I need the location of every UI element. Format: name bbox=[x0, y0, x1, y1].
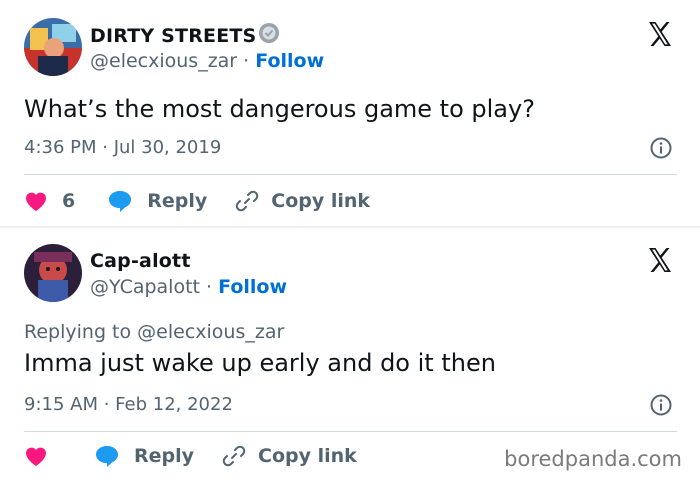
reply-label: Reply bbox=[134, 445, 195, 467]
divider bbox=[24, 174, 677, 175]
like-button[interactable] bbox=[24, 445, 94, 467]
separator: · bbox=[199, 276, 219, 298]
reply-button[interactable]: Reply bbox=[107, 189, 235, 213]
handle-line: @YCapalott · Follow bbox=[90, 276, 287, 298]
action-bar: 6 Reply Copy link bbox=[24, 186, 370, 216]
handle[interactable]: @YCapalott bbox=[90, 276, 200, 298]
reply-bubble-icon bbox=[94, 444, 120, 468]
x-logo-icon[interactable] bbox=[646, 246, 674, 274]
avatar[interactable] bbox=[24, 244, 82, 302]
x-logo-icon[interactable] bbox=[646, 20, 674, 48]
reply-button[interactable]: Reply bbox=[94, 444, 222, 468]
follow-button[interactable]: Follow bbox=[255, 50, 324, 72]
timestamp[interactable]: 4:36 PM · Jul 30, 2019 bbox=[24, 137, 221, 158]
display-name-text[interactable]: DIRTY STREETS bbox=[90, 25, 256, 47]
info-icon[interactable] bbox=[650, 394, 672, 416]
like-count: 6 bbox=[62, 190, 76, 212]
avatar[interactable] bbox=[24, 18, 82, 76]
reply-label: Reply bbox=[147, 190, 208, 212]
divider bbox=[24, 431, 677, 432]
like-button[interactable]: 6 bbox=[24, 190, 107, 212]
display-name-text[interactable]: Cap-alott bbox=[90, 250, 191, 272]
handle[interactable]: @elecxious_zar bbox=[90, 50, 237, 72]
watermark: boredpanda.com bbox=[504, 447, 682, 471]
display-name[interactable]: Cap-alott bbox=[90, 250, 191, 272]
tweet-card: DIRTY STREETS @elecxious_zar · Follow Wh… bbox=[0, 0, 700, 226]
action-bar: Reply Copy link bbox=[24, 441, 357, 471]
tweet-text: Imma just wake up early and do it then bbox=[24, 349, 496, 377]
reply-bubble-icon bbox=[107, 189, 133, 213]
display-name[interactable]: DIRTY STREETS bbox=[90, 22, 280, 49]
info-icon[interactable] bbox=[650, 137, 672, 159]
heart-icon bbox=[24, 445, 48, 467]
tweet-card: Cap-alott @YCapalott · Follow Replying t… bbox=[0, 228, 700, 483]
timestamp[interactable]: 9:15 AM · Feb 12, 2022 bbox=[24, 394, 233, 415]
replying-to[interactable]: Replying to @elecxious_zar bbox=[24, 321, 284, 343]
handle-line: @elecxious_zar · Follow bbox=[90, 50, 324, 72]
copy-link-label: Copy link bbox=[258, 445, 357, 467]
tweet-text: What’s the most dangerous game to play? bbox=[24, 95, 535, 123]
link-icon bbox=[235, 189, 259, 213]
verified-badge-icon bbox=[258, 22, 280, 49]
link-icon bbox=[222, 444, 246, 468]
separator: · bbox=[237, 50, 256, 72]
copy-link-button[interactable]: Copy link bbox=[222, 444, 357, 468]
copy-link-button[interactable]: Copy link bbox=[235, 189, 370, 213]
copy-link-label: Copy link bbox=[271, 190, 371, 212]
heart-icon bbox=[24, 190, 48, 212]
follow-button[interactable]: Follow bbox=[218, 276, 287, 298]
